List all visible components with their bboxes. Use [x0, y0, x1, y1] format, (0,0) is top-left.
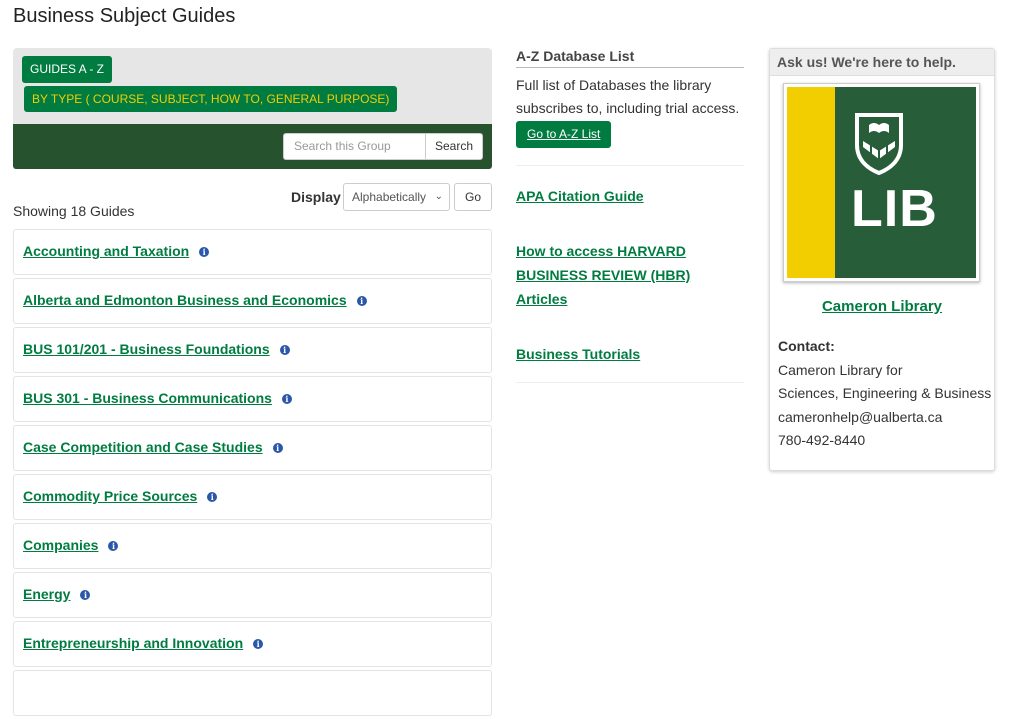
contact-phone: 780-492-8440 — [778, 432, 866, 448]
search-input[interactable]: Search this Group — [283, 133, 425, 160]
guide-link[interactable]: Companies i — [23, 537, 119, 553]
info-icon[interactable]: i — [108, 541, 119, 552]
guide-link[interactable]: Commodity Price Sources i — [23, 488, 218, 504]
guide-link[interactable]: BUS 101/201 - Business Foundations i — [23, 341, 290, 357]
guide-link[interactable]: Case Competition and Case Studies i — [23, 439, 283, 455]
list-item: Commodity Price Sources i — [13, 474, 492, 520]
guide-link-label: Entrepreneurship and Innovation — [23, 635, 244, 651]
chevron-down-icon: ⌄ — [434, 191, 443, 202]
list-item: BUS 301 - Business Communications i — [13, 376, 492, 422]
info-icon[interactable]: i — [253, 639, 264, 650]
logo-lib-text: LIB — [851, 180, 938, 238]
list-item: Alberta and Edmonton Business and Econom… — [13, 278, 492, 324]
info-icon[interactable]: i — [199, 247, 210, 258]
guide-tabs: GUIDES A - Z BY TYPE ( COURSE, SUBJECT, … — [13, 48, 492, 124]
guide-link-label: Case Competition and Case Studies — [23, 439, 263, 455]
hbr-link[interactable]: How to access HARVARD BUSINESS REVIEW (H… — [516, 239, 744, 311]
ask-us-box: Ask us! We're here to help. LIB Cameron … — [769, 48, 995, 471]
list-item: Energy i — [13, 572, 492, 618]
list-item: Companies i — [13, 523, 492, 569]
ask-us-heading: Ask us! We're here to help. — [770, 49, 994, 76]
guide-link-label: Companies — [23, 537, 99, 553]
divider — [516, 165, 744, 166]
az-list-button[interactable]: Go to A-Z List — [516, 121, 612, 148]
search-bar: Search this Group Search — [13, 124, 492, 169]
list-item: BUS 101/201 - Business Foundations i — [13, 327, 492, 373]
display-controls: Showing 18 Guides Display Alphabetically… — [13, 169, 492, 229]
library-logo: LIB — [783, 83, 980, 282]
database-panel: A-Z Database List Full list of Databases… — [516, 48, 744, 383]
sort-select-value: Alphabetically — [352, 190, 427, 204]
guide-link-label: BUS 301 - Business Communications — [23, 390, 272, 406]
guide-link[interactable]: Accounting and Taxation i — [23, 243, 210, 259]
library-name-link[interactable]: Cameron Library — [770, 298, 994, 315]
guide-list: Accounting and Taxation i Alberta and Edm… — [13, 229, 492, 719]
guide-link-label: Alberta and Edmonton Business and Econom… — [23, 292, 347, 308]
list-item — [13, 670, 492, 716]
info-icon[interactable]: i — [80, 590, 91, 601]
list-item: Entrepreneurship and Innovation i — [13, 621, 492, 667]
search-button[interactable]: Search — [425, 133, 483, 160]
tab-by-type[interactable]: BY TYPE ( COURSE, SUBJECT, HOW TO, GENER… — [24, 86, 398, 112]
display-label: Display — [291, 189, 341, 205]
go-button[interactable]: Go — [454, 183, 492, 211]
info-icon[interactable]: i — [281, 394, 292, 405]
guide-link-label: Energy — [23, 586, 71, 602]
divider — [516, 382, 744, 383]
list-item: Case Competition and Case Studies i — [13, 425, 492, 471]
guide-link[interactable]: Entrepreneurship and Innovation i — [23, 635, 264, 651]
tab-guides-a-z[interactable]: GUIDES A - Z — [22, 56, 113, 83]
guide-link-label: BUS 101/201 - Business Foundations — [23, 341, 270, 357]
guide-link-label: Commodity Price Sources — [23, 488, 198, 504]
university-crest-icon — [855, 113, 903, 175]
sort-select[interactable]: Alphabetically ⌄ — [343, 183, 450, 211]
page-title: Business Subject Guides — [13, 5, 236, 27]
guide-link[interactable]: Alberta and Edmonton Business and Econom… — [23, 292, 367, 308]
guides-panel: GUIDES A - Z BY TYPE ( COURSE, SUBJECT, … — [13, 48, 492, 716]
contact-info: Contact: Cameron Library for Sciences, E… — [778, 335, 991, 453]
guide-link[interactable]: BUS 301 - Business Communications i — [23, 390, 292, 406]
guide-link[interactable]: Energy i — [23, 586, 91, 602]
apa-citation-link[interactable]: APA Citation Guide — [516, 184, 744, 208]
az-description: Full list of Databases the library subsc… — [516, 77, 740, 116]
guide-count: Showing 18 Guides — [13, 203, 135, 219]
az-heading: A-Z Database List — [516, 48, 744, 68]
info-icon[interactable]: i — [279, 345, 290, 356]
info-icon[interactable]: i — [356, 296, 367, 307]
guide-link-label: Accounting and Taxation — [23, 243, 190, 259]
info-icon[interactable]: i — [207, 492, 218, 503]
contact-label: Contact: — [778, 338, 835, 354]
contact-line: Cameron Library for — [778, 361, 903, 378]
list-item: Accounting and Taxation i — [13, 229, 492, 275]
contact-email[interactable]: cameronhelp@ualberta.ca — [778, 409, 942, 425]
contact-line: Sciences, Engineering & Business — [778, 385, 992, 401]
business-tutorials-link[interactable]: Business Tutorials — [516, 342, 744, 366]
info-icon[interactable]: i — [272, 443, 283, 454]
